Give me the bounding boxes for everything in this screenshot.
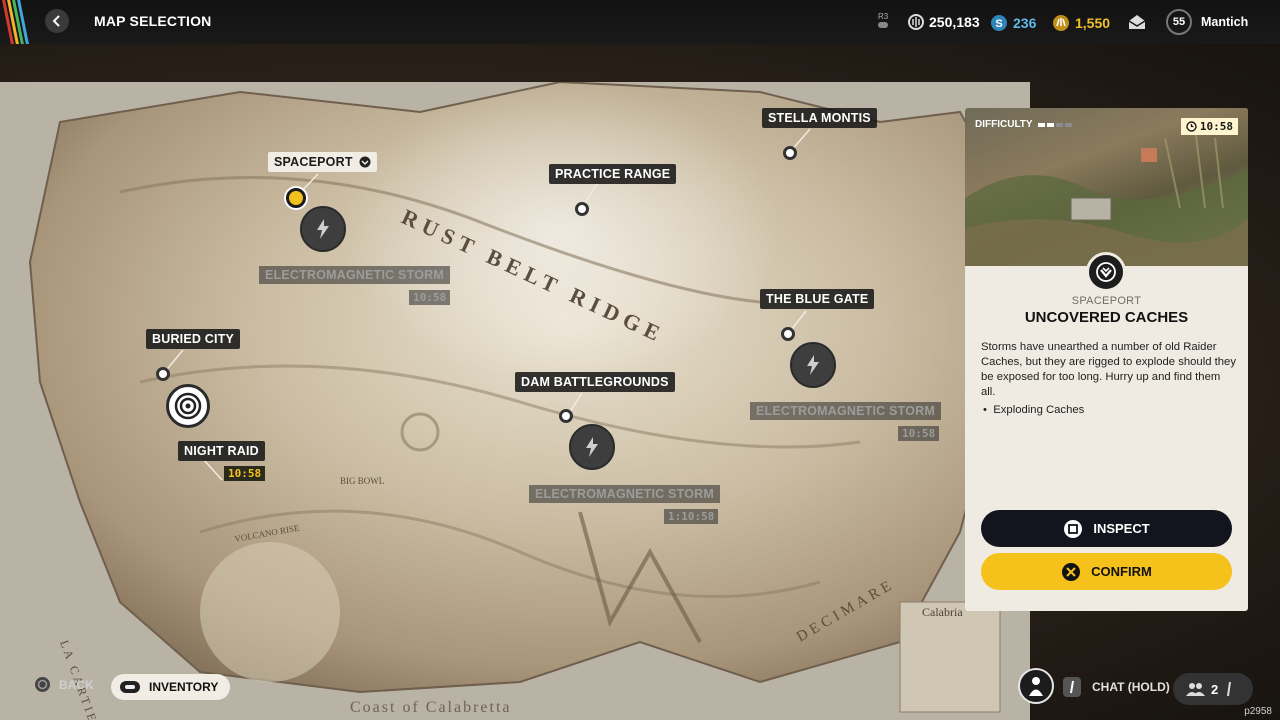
event-title: UNCOVERED CACHES (1024, 309, 1189, 326)
location-label-practice-range[interactable]: PRACTICE RANGE (549, 164, 677, 184)
difficulty-indicator: DIFFICULTY (975, 119, 1072, 130)
event-location: SPACEPORT (1071, 295, 1142, 307)
chevron-left-icon (52, 15, 60, 27)
difficulty-segment (1055, 122, 1063, 127)
terrain-map[interactable]: RUST BELT RIDGE DECIMARE LA CARTIERA Coa… (0, 82, 1030, 720)
event-preview-image: DIFFICULTY 10:58 (965, 108, 1248, 266)
coin-icon (908, 14, 924, 30)
party-button[interactable]: 2 (1173, 673, 1253, 705)
night-raid-label: NIGHT RAID (178, 441, 265, 461)
storm-icon[interactable] (300, 206, 346, 252)
mail-button[interactable] (1128, 14, 1146, 35)
region-label: BIG BOWL (340, 476, 384, 486)
difficulty-bar (1037, 122, 1072, 127)
event-description: Storms have unearthed a number of old Ra… (981, 341, 1236, 398)
stick-icon (1227, 681, 1232, 697)
storm-icon[interactable] (569, 424, 615, 470)
squad-emblem[interactable] (1018, 668, 1054, 704)
event-info-panel: DIFFICULTY 10:58 SPACEPORT UNCOVERED CAC… (965, 108, 1248, 611)
stick-icon (878, 22, 889, 28)
storm-event-label: ELECTROMAGNETIC STORM (750, 402, 941, 420)
square-button-icon (1064, 519, 1083, 538)
party-icon (1186, 683, 1205, 696)
spaceport-emblem-icon (359, 156, 371, 168)
location-pin-spaceport[interactable] (286, 188, 306, 208)
location-label-stella-montis[interactable]: STELLA MONTIS (762, 108, 877, 128)
location-label-spaceport[interactable]: SPACEPORT (268, 152, 377, 172)
character-icon (1029, 677, 1043, 696)
touchpad-icon (120, 681, 140, 693)
inventory-button[interactable]: INVENTORY (111, 674, 231, 700)
chat-prompt[interactable]: CHAT (HOLD) (1062, 676, 1170, 698)
night-raid-marker[interactable] (166, 384, 210, 428)
location-pin-dam-battlegrounds[interactable] (559, 409, 573, 423)
raider-tokens-currency: 1,550 (1052, 14, 1110, 32)
coins-currency: 250,183 (908, 14, 980, 30)
storm-timer: 10:58 (409, 290, 451, 305)
profile[interactable]: 55 Mantich (1166, 9, 1248, 35)
party-count: 2 (1211, 681, 1219, 697)
location-pin-blue-gate[interactable] (781, 327, 795, 341)
username: Mantich (1201, 15, 1249, 29)
confirm-button[interactable]: CONFIRM (981, 553, 1232, 590)
svg-text:S: S (995, 18, 1002, 30)
location-pin-buried-city[interactable] (156, 367, 170, 381)
location-label-blue-gate[interactable]: THE BLUE GATE (760, 289, 875, 309)
raider-token-icon (1053, 15, 1069, 31)
storm-icon[interactable] (790, 342, 836, 388)
build-version: p2958 (1244, 706, 1272, 717)
clock-icon (1186, 121, 1197, 132)
button-prompt-icon (1063, 677, 1081, 697)
lightning-icon (807, 355, 819, 375)
page-title: MAP SELECTION (94, 13, 212, 29)
cred-icon: S (991, 15, 1007, 31)
inspect-button[interactable]: INSPECT (981, 510, 1232, 547)
top-bar: MAP SELECTION R3 250,183 S 236 1,550 55 … (0, 0, 1280, 52)
cross-button-icon (1062, 562, 1081, 581)
location-pin-stella-montis[interactable] (783, 146, 797, 160)
event-timer: 10:58 (1180, 118, 1238, 135)
storm-timer: 1:10:58 (664, 509, 719, 524)
difficulty-segment (1064, 122, 1072, 127)
storm-event-label: ELECTROMAGNETIC STORM (259, 266, 450, 284)
region-label: Calabria (922, 605, 963, 619)
storm-event-label: ELECTROMAGNETIC STORM (529, 485, 720, 503)
location-pin-practice-range[interactable] (575, 202, 589, 216)
location-label-dam-battlegrounds[interactable]: DAM BATTLEGROUNDS (515, 372, 675, 392)
circle-button-icon (35, 677, 50, 692)
event-modifier: • Exploding Caches (983, 404, 1085, 416)
mail-icon (1128, 15, 1146, 29)
lightning-icon (586, 437, 598, 457)
night-raid-icon (174, 392, 202, 420)
location-label-buried-city[interactable]: BURIED CITY (146, 329, 241, 349)
lightning-icon (317, 219, 329, 239)
spaceport-emblem-icon (1086, 252, 1126, 292)
night-raid-timer: 10:58 (224, 466, 266, 481)
cred-currency: S 236 (990, 14, 1036, 32)
back-prompt[interactable]: BACK (34, 676, 94, 693)
back-arrow-button[interactable] (45, 9, 69, 33)
difficulty-segment (1046, 122, 1054, 127)
storm-timer: 10:58 (898, 426, 940, 441)
difficulty-segment (1037, 122, 1045, 127)
region-label: Coast of Calabretta (350, 699, 512, 716)
player-level-badge: 55 (1166, 9, 1192, 35)
r3-hint: R3 (878, 12, 888, 30)
